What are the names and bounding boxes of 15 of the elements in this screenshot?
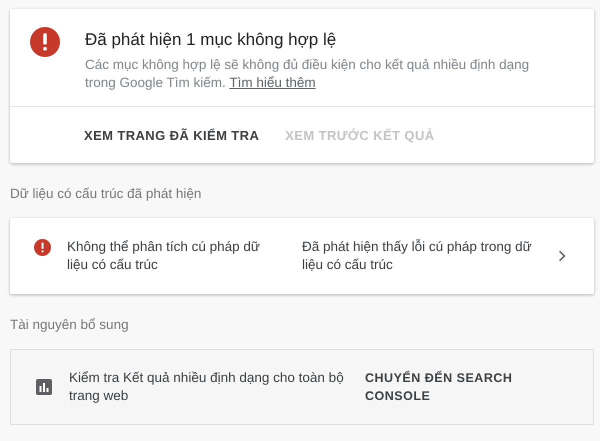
section-heading: Tài nguyên bổ sung [10, 317, 130, 332]
bar-chart-icon [36, 379, 52, 395]
resource-text: Kiểm tra Kết quả nhiều định dạng cho toàn bộ trang web [69, 369, 345, 405]
learn-more-link[interactable]: Tìm hiểu thêm [229, 75, 316, 90]
error-icon [30, 27, 60, 57]
issue-title: Không thể phân tích cú pháp dữ liệu có cấu trúc [67, 238, 261, 274]
chevron-right-icon[interactable] [558, 250, 566, 262]
error-icon [34, 239, 51, 256]
issue-detail: Đã phát hiện thấy lỗi cú pháp trong dữ liệu có cấu trúc [302, 238, 532, 274]
alert-description: Các mục không hợp lệ sẽ không đủ điều kiện cho kết quả nhiều định dạng trong Google Tìm kiếm. Tìm hiểu thêm [85, 56, 530, 92]
alert-title: Đã phát hiện 1 mục không hợp lệ [85, 30, 338, 50]
search-console-button[interactable]: CHUYỂN ĐẾN SEARCH CONSOLE [365, 369, 525, 405]
section-heading: Dữ liệu có cấu trúc đã phát hiện [10, 186, 202, 201]
action-button[interactable]: XEM TRANG ĐÃ KIỂM TRA [76, 122, 268, 148]
issue-card[interactable]: Không thể phân tích cú pháp dữ liệu có cấu trúc Đã phát hiện thấy lỗi cú pháp trong dữ liệu có cấu trúc [10, 218, 594, 294]
